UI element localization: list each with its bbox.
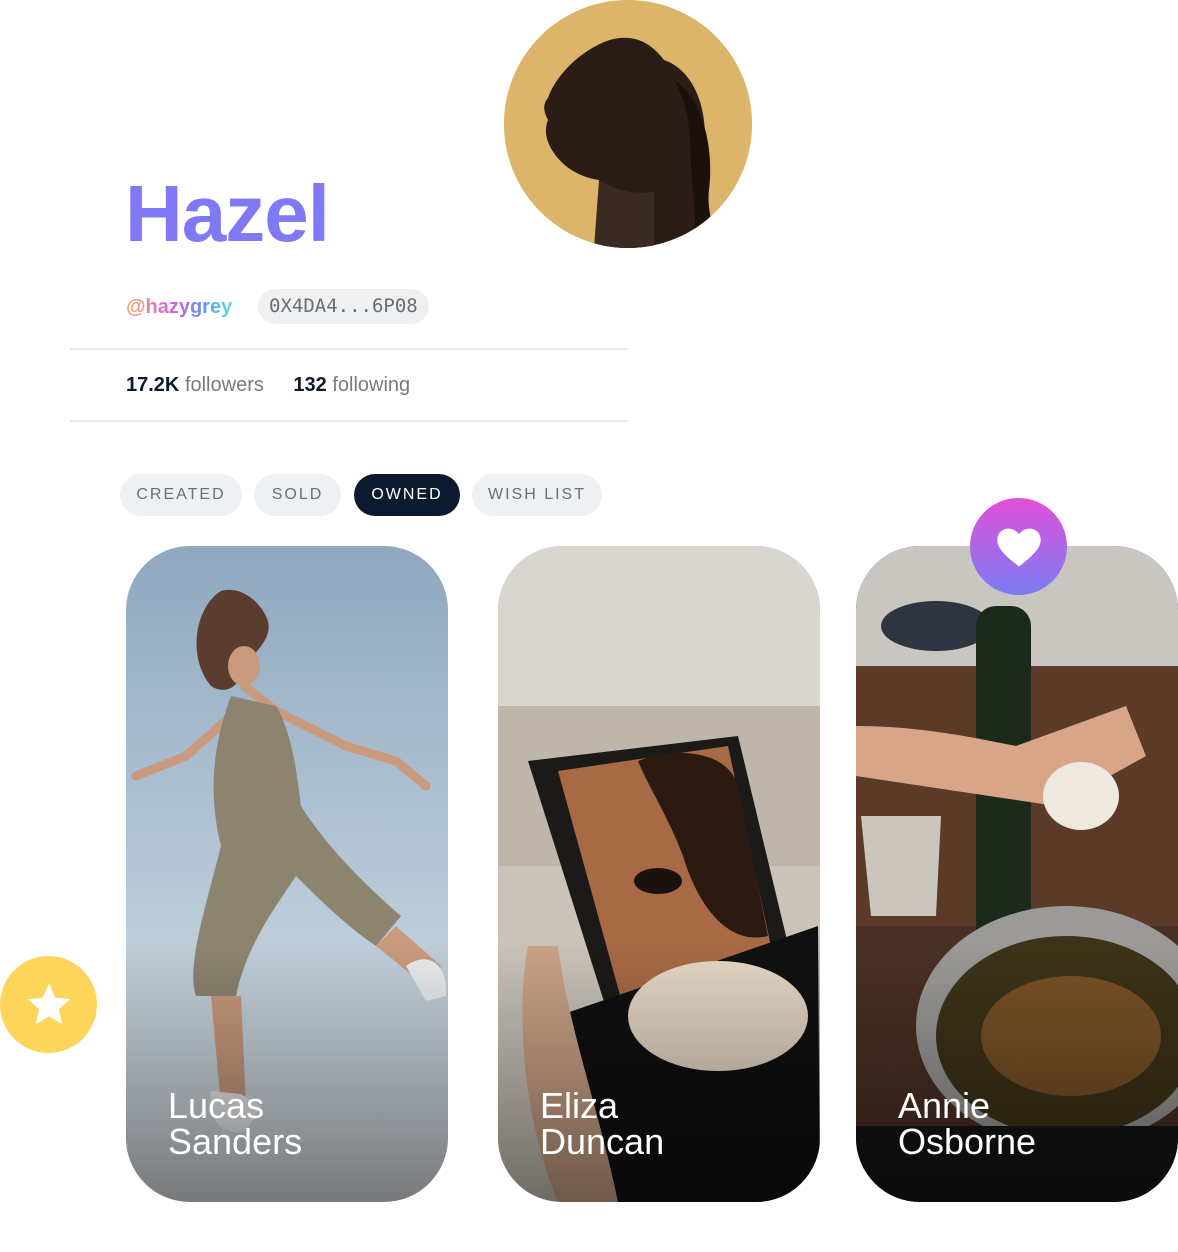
featured-badge[interactable]: [0, 956, 97, 1053]
followers-label: followers: [184, 374, 264, 396]
followers-stat[interactable]: 17.2K followers: [126, 374, 264, 396]
card-title: Lucas Sanders: [168, 1085, 303, 1162]
tab-created[interactable]: CREATED: [120, 474, 242, 516]
wallet-address-chip[interactable]: 0X4DA4...6P08: [258, 289, 429, 324]
collection-card[interactable]: Eliza Duncan: [498, 546, 820, 1202]
followers-count: 17.2K: [126, 374, 180, 396]
star-icon: [27, 983, 70, 1024]
card-caption-shade: [856, 942, 1178, 1202]
profile-stats: 17.2K followers 132 following: [126, 371, 434, 399]
profile-handle[interactable]: @hazygrey: [126, 293, 232, 321]
tab-sold[interactable]: SOLD: [254, 474, 341, 516]
heart-icon: [996, 528, 1041, 566]
collection-card[interactable]: Annie Osborne: [856, 546, 1178, 1202]
card-caption-shade: [498, 942, 820, 1202]
divider: [70, 420, 628, 422]
card-caption-shade: [126, 942, 448, 1202]
divider: [70, 348, 628, 350]
tab-owned[interactable]: OWNED: [354, 474, 460, 516]
avatar-portrait: [504, 0, 752, 248]
profile-name: Hazel: [125, 169, 330, 258]
following-label: following: [332, 374, 411, 396]
following-count: 132: [293, 374, 327, 396]
card-title: Annie Osborne: [898, 1085, 1037, 1162]
collection-card[interactable]: Lucas Sanders: [126, 546, 448, 1202]
tab-wish-list[interactable]: WISH LIST: [472, 474, 602, 516]
following-stat[interactable]: 132 following: [293, 374, 410, 396]
favorite-badge[interactable]: [970, 498, 1067, 595]
profile-avatar[interactable]: [504, 0, 752, 248]
card-title: Eliza Duncan: [540, 1085, 665, 1162]
